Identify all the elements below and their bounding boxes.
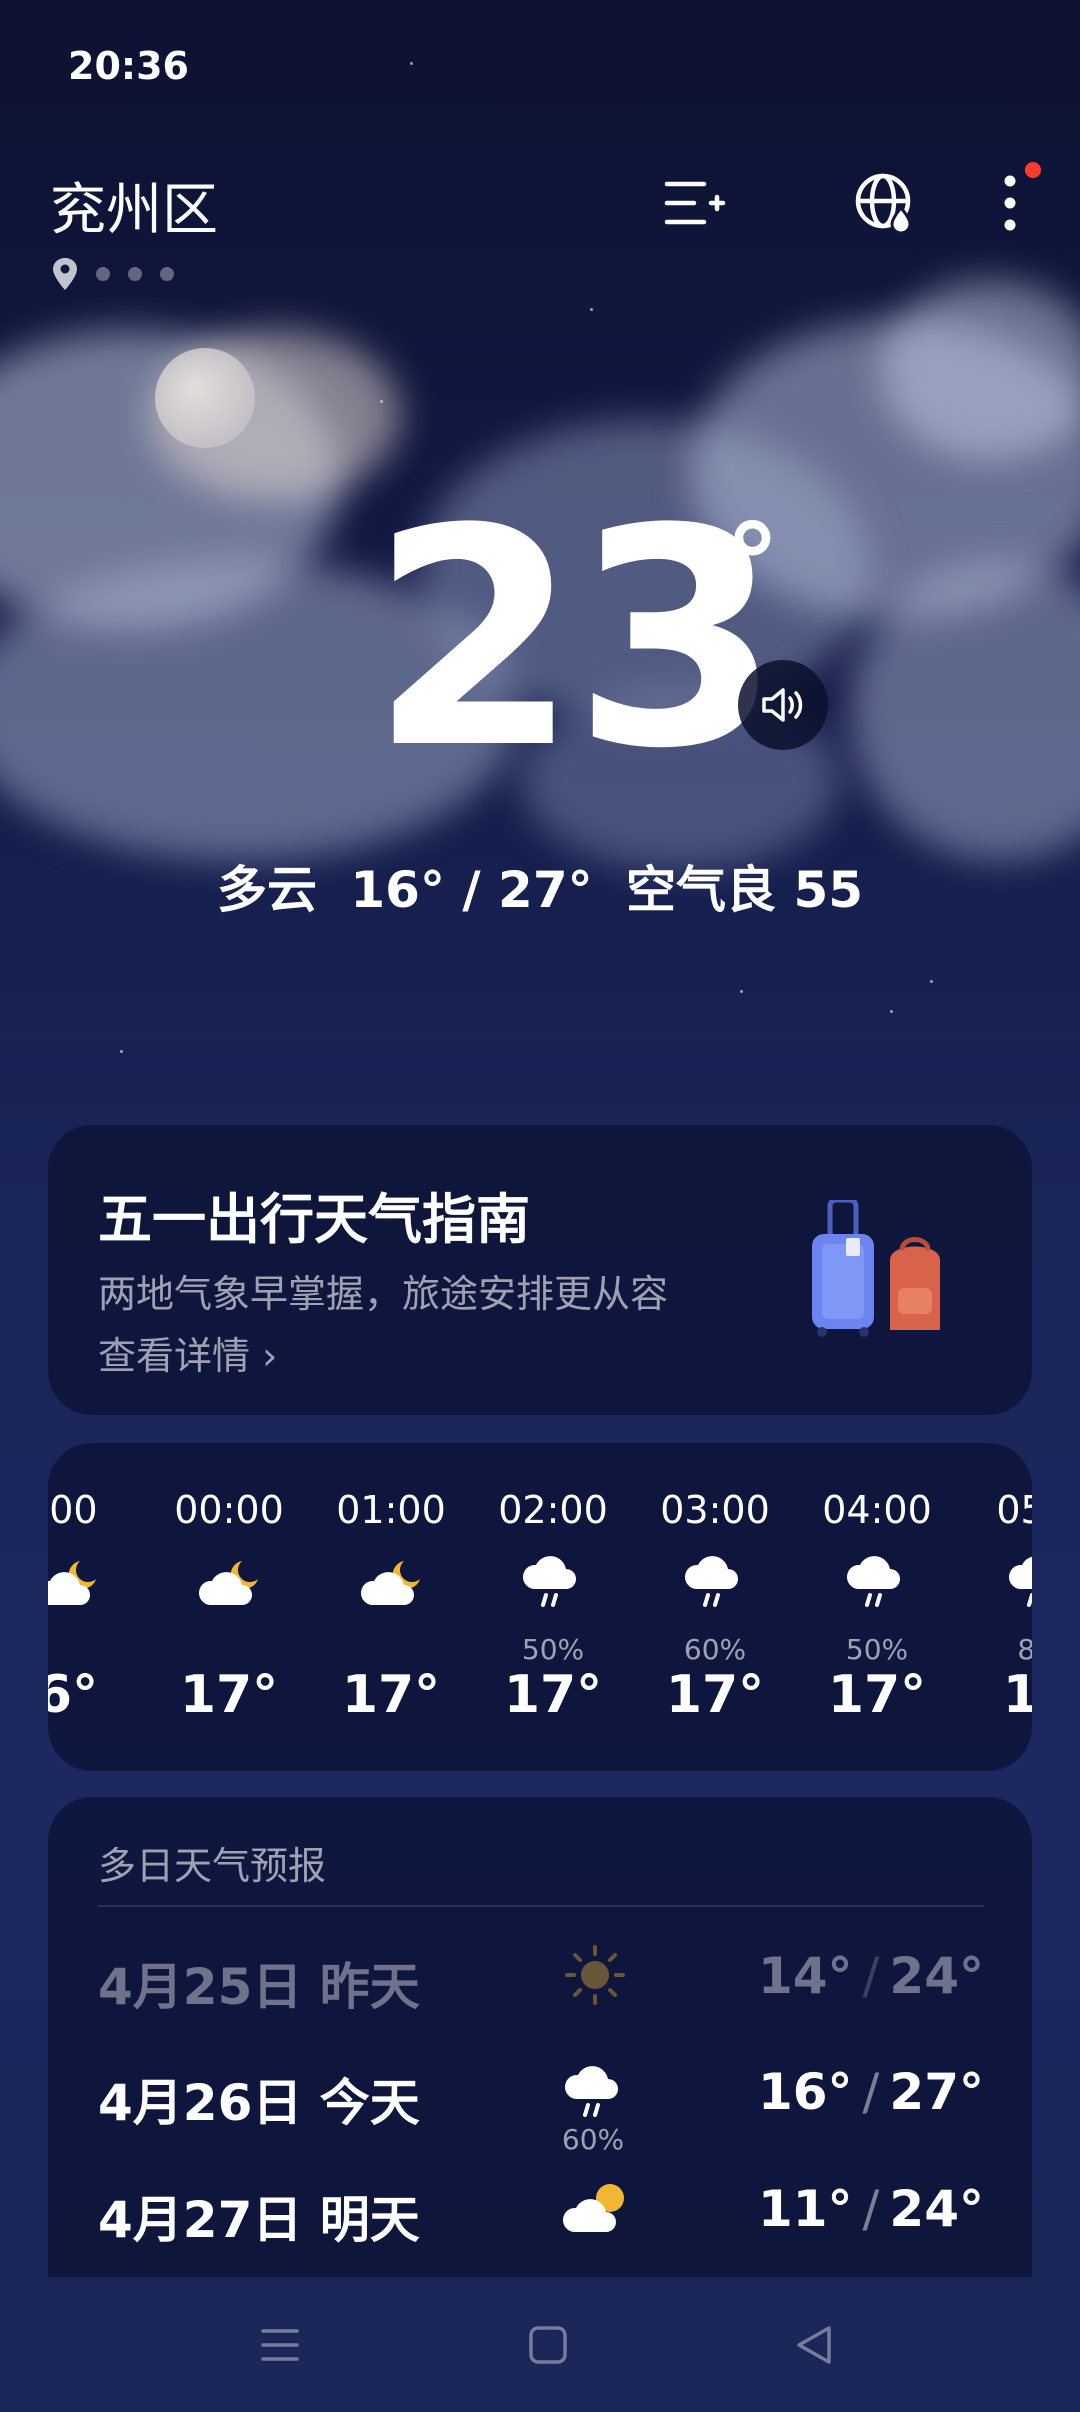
voice-broadcast-button[interactable]	[738, 660, 828, 750]
luggage-icon	[812, 1200, 940, 1337]
hour-pop: 50%	[845, 1633, 909, 1666]
hour-temp: 6°	[48, 1665, 99, 1725]
daily-forecast-title: 多日天气预报	[98, 1844, 327, 1888]
page-dot	[96, 267, 110, 281]
partly-cloudy-night-icon	[198, 1561, 258, 1605]
home-square-icon	[529, 2326, 567, 2364]
menu-icon	[261, 2329, 299, 2361]
more-vertical-icon	[1004, 175, 1016, 231]
recent-apps-button[interactable]	[240, 2310, 320, 2380]
back-button[interactable]	[774, 2310, 854, 2380]
partly-cloudy-night-icon	[48, 1561, 96, 1605]
hour-pop: 60%	[683, 1633, 747, 1666]
rain-icon	[564, 2066, 618, 2117]
hour-time: 04:00	[822, 1488, 932, 1532]
day-date: 4月26日 今天	[98, 2074, 420, 2132]
hour-temp: 17°	[503, 1665, 603, 1725]
hour-temp: 17°	[341, 1665, 441, 1725]
guide-subtitle: 两地气象早掌握，旅途安排更从容	[98, 1272, 669, 1316]
hour-column: 04:00 50% 17°	[796, 1443, 958, 1771]
city-name[interactable]: 兖州区	[50, 165, 218, 246]
day-temp-range: 14°/24°	[758, 1947, 984, 2005]
page-indicator	[52, 258, 174, 290]
current-temperature: 23	[370, 465, 781, 814]
temp-separator: /	[862, 1947, 880, 2005]
hour-temp: 17°	[827, 1665, 927, 1725]
rain-icon	[1009, 1556, 1032, 1607]
hour-temp: 17°	[179, 1665, 279, 1725]
hour-pop: 50%	[521, 1633, 585, 1666]
rain-icon	[846, 1556, 900, 1607]
daily-forecast[interactable]: 多日天气预报 4月25日 昨天 14°/24° 4月26日 今天 60% 16°…	[48, 1797, 1032, 2277]
hour-column: 03:00 60% 17°	[634, 1443, 796, 1771]
day-row[interactable]: 4月25日 昨天 14°/24°	[48, 1927, 1032, 2027]
day-high: 27°	[889, 2063, 984, 2121]
system-nav-bar	[0, 2280, 1080, 2412]
notification-dot	[1025, 162, 1041, 178]
day-low: 16°	[757, 2063, 853, 2121]
hour-time: 00:00	[174, 1488, 284, 1532]
hour-time: 03:00	[660, 1488, 770, 1532]
day-high: 24°	[889, 1947, 984, 2005]
page-dot	[128, 267, 142, 281]
temp-separator: /	[862, 2180, 880, 2238]
rain-icon	[522, 1556, 576, 1607]
location-pin-icon	[53, 258, 77, 290]
hour-temp: 17°	[665, 1665, 765, 1725]
travel-guide-card[interactable]: 五一出行天气指南 两地气象早掌握，旅途安排更从容 查看详情 ›	[48, 1125, 1032, 1415]
hour-time: 02:00	[498, 1488, 608, 1532]
day-low: 14°	[757, 1947, 853, 2005]
hour-column: 05:0 80' 17	[958, 1443, 1032, 1771]
add-list-icon	[664, 181, 726, 225]
degree-symbol: °	[725, 500, 780, 628]
top-toolbar	[660, 162, 1080, 238]
hour-column: 01:00 17°	[310, 1443, 472, 1771]
rain-icon	[684, 1556, 738, 1607]
sunny-icon	[565, 1945, 625, 2005]
home-button[interactable]	[508, 2310, 588, 2380]
condition-text: 多云	[216, 861, 317, 919]
day-temp-range: 11°/24°	[758, 2180, 984, 2238]
temp-separator: /	[862, 2063, 880, 2121]
hour-time: 05:0	[996, 1488, 1032, 1532]
day-high: 24°	[889, 2180, 984, 2238]
hour-time: 01:00	[336, 1488, 446, 1532]
global-weather-button[interactable]	[850, 168, 920, 238]
hour-column: 00:00 17°	[148, 1443, 310, 1771]
hour-pop: 80'	[1017, 1633, 1032, 1666]
hourly-forecast[interactable]: :00 6° 00:00 17° 01:00 17° 02:00 50%	[48, 1443, 1032, 1771]
guide-title: 五一出行天气指南	[98, 1188, 530, 1251]
day-date: 4月27日 明天	[98, 2191, 420, 2249]
back-triangle-icon	[797, 2326, 831, 2364]
day-pop: 60%	[561, 2123, 625, 2156]
day-date: 4月25日 昨天	[98, 1958, 420, 2016]
day-low: 11°	[757, 2180, 853, 2238]
manage-cities-button[interactable]	[660, 168, 730, 238]
hour-temp: 17	[1002, 1665, 1032, 1725]
partly-cloudy-day-icon	[562, 2184, 624, 2232]
moon	[155, 348, 255, 448]
globe-drop-icon	[855, 173, 912, 234]
speaker-icon	[762, 688, 803, 722]
weather-summary[interactable]: 多云 16° / 27° 空气良 55	[0, 850, 1080, 922]
hour-time: :00	[48, 1488, 98, 1532]
temp-range: 16° / 27°	[350, 861, 593, 919]
hour-column: 02:00 50% 17°	[472, 1443, 634, 1771]
hour-column: :00 6°	[48, 1443, 148, 1771]
air-quality[interactable]: 空气良 55	[626, 861, 863, 919]
day-temp-range: 16°/27°	[758, 2063, 984, 2121]
day-row[interactable]: 4月27日 明天 11°/24°	[48, 2160, 1032, 2260]
partly-cloudy-night-icon	[360, 1561, 420, 1605]
day-row[interactable]: 4月26日 今天 60% 16°/27°	[48, 2043, 1032, 2156]
divider	[98, 1905, 984, 1907]
guide-details-link[interactable]: 查看详情 ›	[98, 1325, 277, 1380]
more-options-button[interactable]	[975, 162, 1045, 238]
status-bar-time: 20:36	[68, 44, 189, 88]
page-dot	[160, 267, 174, 281]
